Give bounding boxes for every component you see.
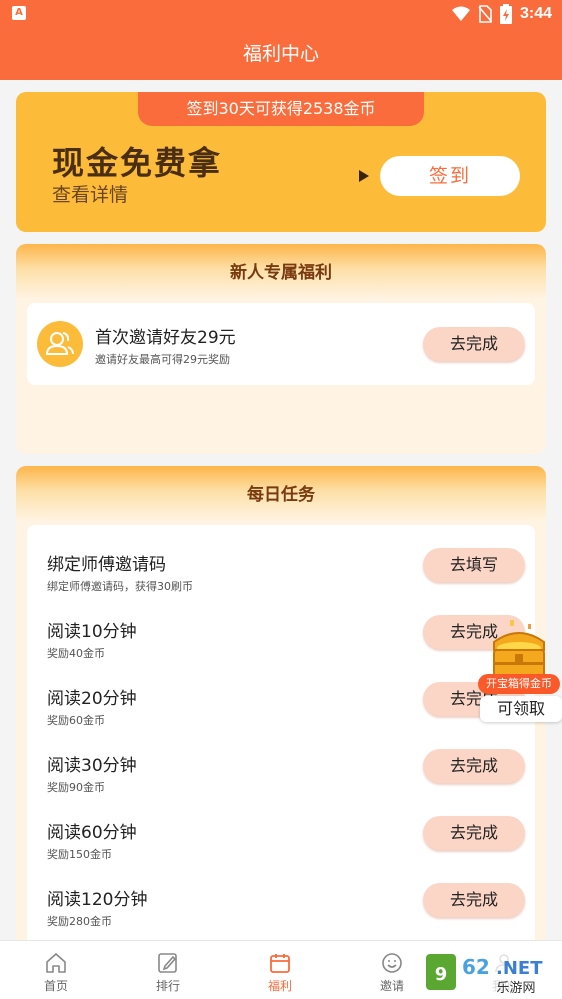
- task-title: 首次邀请好友29元: [95, 328, 236, 348]
- task-title: 阅读20分钟: [47, 689, 137, 709]
- task-row: 阅读30分钟 奖励90金币 去完成: [27, 739, 535, 805]
- task-row: 阅读20分钟 奖励60金币 去完成: [27, 672, 535, 738]
- battery-icon: [499, 4, 512, 24]
- treasure-chest-widget[interactable]: 开宝箱得金币 可领取: [476, 608, 562, 722]
- app-notification-icon: A: [12, 6, 26, 20]
- newcomer-section: 新人专属福利 首次邀请好友29元 邀请好友最高可得29元奖励 去完成: [16, 244, 546, 454]
- banner-details-link[interactable]: 查看详情: [52, 180, 128, 207]
- task-row: 阅读60分钟 奖励150金币 去完成: [27, 806, 535, 872]
- task-desc: 绑定师傅邀请码，获得30刷币: [47, 580, 193, 593]
- task-title: 阅读120分钟: [47, 890, 148, 910]
- daily-tasks-title: 每日任务: [16, 466, 546, 522]
- complete-button[interactable]: 去完成: [423, 883, 525, 917]
- task-desc: 邀请好友最高可得29元奖励: [95, 353, 230, 366]
- task-desc: 奖励280金币: [47, 915, 112, 928]
- sign-in-ribbon: 签到30天可获得2538金币: [138, 92, 424, 126]
- sign-in-banner[interactable]: 签到30天可获得2538金币 现金免费拿 查看详情 签到: [16, 92, 546, 232]
- calendar-icon: [270, 954, 290, 973]
- claim-button[interactable]: 可领取: [480, 696, 562, 722]
- open-chest-tag: 开宝箱得金币: [478, 674, 560, 694]
- wifi-icon: [451, 6, 470, 21]
- task-desc: 奖励150金币: [47, 848, 112, 861]
- fill-in-button[interactable]: 去填写: [423, 548, 525, 582]
- task-row: 绑定师傅邀请码 绑定师傅邀请码，获得30刷币 去填写: [27, 538, 535, 604]
- tab-label: 首页: [43, 979, 68, 993]
- status-bar: A 3:44: [0, 0, 562, 28]
- daily-tasks-card: 绑定师傅邀请码 绑定师傅邀请码，获得30刷币 去填写 阅读10分钟 奖励40金币…: [27, 525, 535, 946]
- play-arrow-icon: [359, 170, 369, 182]
- tab-ranking[interactable]: 排行: [112, 941, 224, 999]
- svg-text:62: 62: [462, 955, 490, 979]
- task-row: 阅读120分钟 奖励280金币 去完成: [27, 873, 535, 939]
- task-desc: 奖励40金币: [47, 647, 105, 660]
- task-title: 阅读10分钟: [47, 622, 137, 642]
- banner-headline: 现金免费拿: [52, 144, 223, 182]
- task-desc: 奖励60金币: [47, 714, 105, 727]
- edit-icon: [158, 953, 177, 973]
- complete-button[interactable]: 去完成: [423, 749, 525, 783]
- page-title: 福利中心: [0, 28, 562, 80]
- tab-home[interactable]: 首页: [0, 941, 112, 999]
- clock: 3:44: [519, 5, 552, 22]
- list-item: 首次邀请好友29元 邀请好友最高可得29元奖励 去完成: [27, 311, 535, 377]
- newcomer-section-title: 新人专属福利: [16, 244, 546, 300]
- complete-button[interactable]: 去完成: [423, 327, 525, 361]
- svg-text:乐游网: 乐游网: [496, 981, 535, 996]
- watermark-logo: 9 62 .NET 乐游网: [422, 948, 562, 996]
- sign-in-button[interactable]: 签到: [380, 156, 520, 196]
- task-desc: 奖励90金币: [47, 781, 105, 794]
- tab-welfare[interactable]: 福利: [224, 941, 336, 999]
- task-row: 阅读10分钟 奖励40金币 去完成: [27, 605, 535, 671]
- treasure-chest-icon: [493, 620, 545, 677]
- newcomer-card: 首次邀请好友29元 邀请好友最高可得29元奖励 去完成: [27, 303, 535, 385]
- task-title: 绑定师傅邀请码: [47, 555, 166, 575]
- task-title: 阅读60分钟: [47, 823, 137, 843]
- smile-icon: [382, 953, 402, 973]
- daily-tasks-section: 每日任务 绑定师傅邀请码 绑定师傅邀请码，获得30刷币 去填写 阅读10分钟 奖…: [16, 466, 546, 946]
- tab-label: 排行: [155, 979, 180, 993]
- complete-button[interactable]: 去完成: [423, 816, 525, 850]
- tab-label: 福利: [267, 979, 292, 993]
- task-title: 阅读30分钟: [47, 756, 137, 776]
- no-sim-icon: [478, 5, 492, 23]
- status-icons: 3:44: [451, 4, 552, 24]
- home-icon: [46, 953, 66, 973]
- svg-text:9: 9: [435, 964, 448, 985]
- svg-text:.NET: .NET: [496, 958, 543, 979]
